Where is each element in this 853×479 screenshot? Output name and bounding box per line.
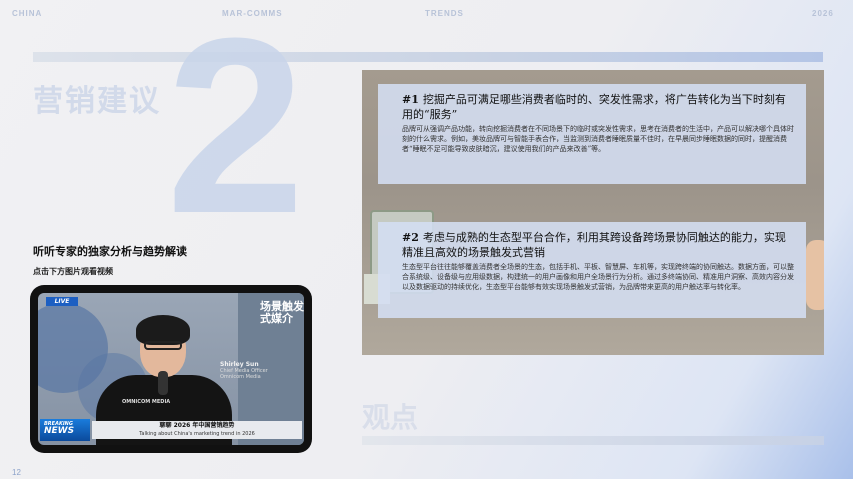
top-nav: CHINA MAR-COMMS TRENDS 2026	[0, 9, 853, 21]
video-thumbnail[interactable]: LIVE 场景触发式媒介 OMNICOM MEDIA Shirley Sun C…	[30, 285, 312, 453]
news-strip: BREAKING NEWS 聊聊 2026 年中国营销趋势 Talking ab…	[38, 419, 304, 443]
video-instruction: 点击下方图片观看视频	[33, 267, 113, 276]
live-badge: LIVE	[46, 297, 78, 306]
panel-1-number: #1	[402, 93, 419, 106]
page-number: 12	[12, 468, 21, 477]
panel-2-body: 生态型平台往往能够覆盖消费者全场景的生态，包括手机、平板、智慧屏、车机等，实现跨…	[402, 263, 794, 291]
speaker-name: Shirley Sun	[220, 361, 259, 368]
expert-headline: 听听专家的独家分析与趋势解读	[33, 245, 187, 258]
nav-trends: TRENDS	[425, 9, 464, 18]
scene-label: 场景触发式媒介	[260, 300, 304, 325]
recommendation-panel-2: #2 考虑与成熟的生态型平台合作，利用其跨设备跨场景协同触达的能力，实现精准且高效…	[378, 222, 806, 318]
hand-image	[806, 240, 824, 310]
microphone	[158, 371, 168, 395]
news-title: 聊聊 2026 年中国营销趋势	[159, 422, 235, 429]
brand-tag: OMNICOM MEDIA	[122, 399, 171, 405]
nav-china: CHINA	[12, 9, 43, 18]
news-ticker: 聊聊 2026 年中国营销趋势 Talking about China's ma…	[92, 421, 302, 439]
top-divider-bar	[33, 52, 823, 62]
speaker-name-card: Shirley Sun Chief Media Officer Omnicom …	[220, 361, 268, 380]
panel-2-number: #2	[402, 231, 419, 244]
panel-2-heading: 考虑与成熟的生态型平台合作，利用其跨设备跨场景协同触达的能力，实现精准且高效的场…	[402, 231, 786, 259]
bottom-divider-bar	[362, 436, 824, 445]
news-subtitle: Talking about China's marketing trend in…	[139, 431, 255, 437]
speaker-glasses	[144, 341, 182, 350]
recommendation-panel-1: #1 挖掘产品可满足哪些消费者临时的、突发性需求，将广告转化为当下时刻有用的“服务…	[378, 84, 806, 184]
speaker-company: Omnicom Media	[220, 374, 261, 380]
panel-2-title: #2 考虑与成熟的生态型平台合作，利用其跨设备跨场景协同触达的能力，实现精准且高效…	[402, 230, 796, 260]
video-screen[interactable]: LIVE 场景触发式媒介 OMNICOM MEDIA Shirley Sun C…	[38, 293, 304, 445]
panel-1-heading: 挖掘产品可满足哪些消费者临时的、突发性需求，将广告转化为当下时刻有用的“服务”	[402, 93, 786, 121]
nav-year: 2026	[812, 9, 834, 18]
opinion-label: 观点	[362, 401, 419, 434]
big-number: 2	[166, 0, 306, 265]
panel-1-title: #1 挖掘产品可满足哪些消费者临时的、突发性需求，将广告转化为当下时刻有用的“服务…	[402, 92, 796, 122]
breaking-news-badge: BREAKING NEWS	[40, 419, 90, 441]
panel-1-body: 品牌可从强调产品功能，转向挖掘消费者在不同场景下的临时或突发性需求，思考在消费者…	[402, 125, 794, 153]
news-label: NEWS	[44, 426, 75, 436]
section-title: 营销建议	[33, 84, 161, 119]
